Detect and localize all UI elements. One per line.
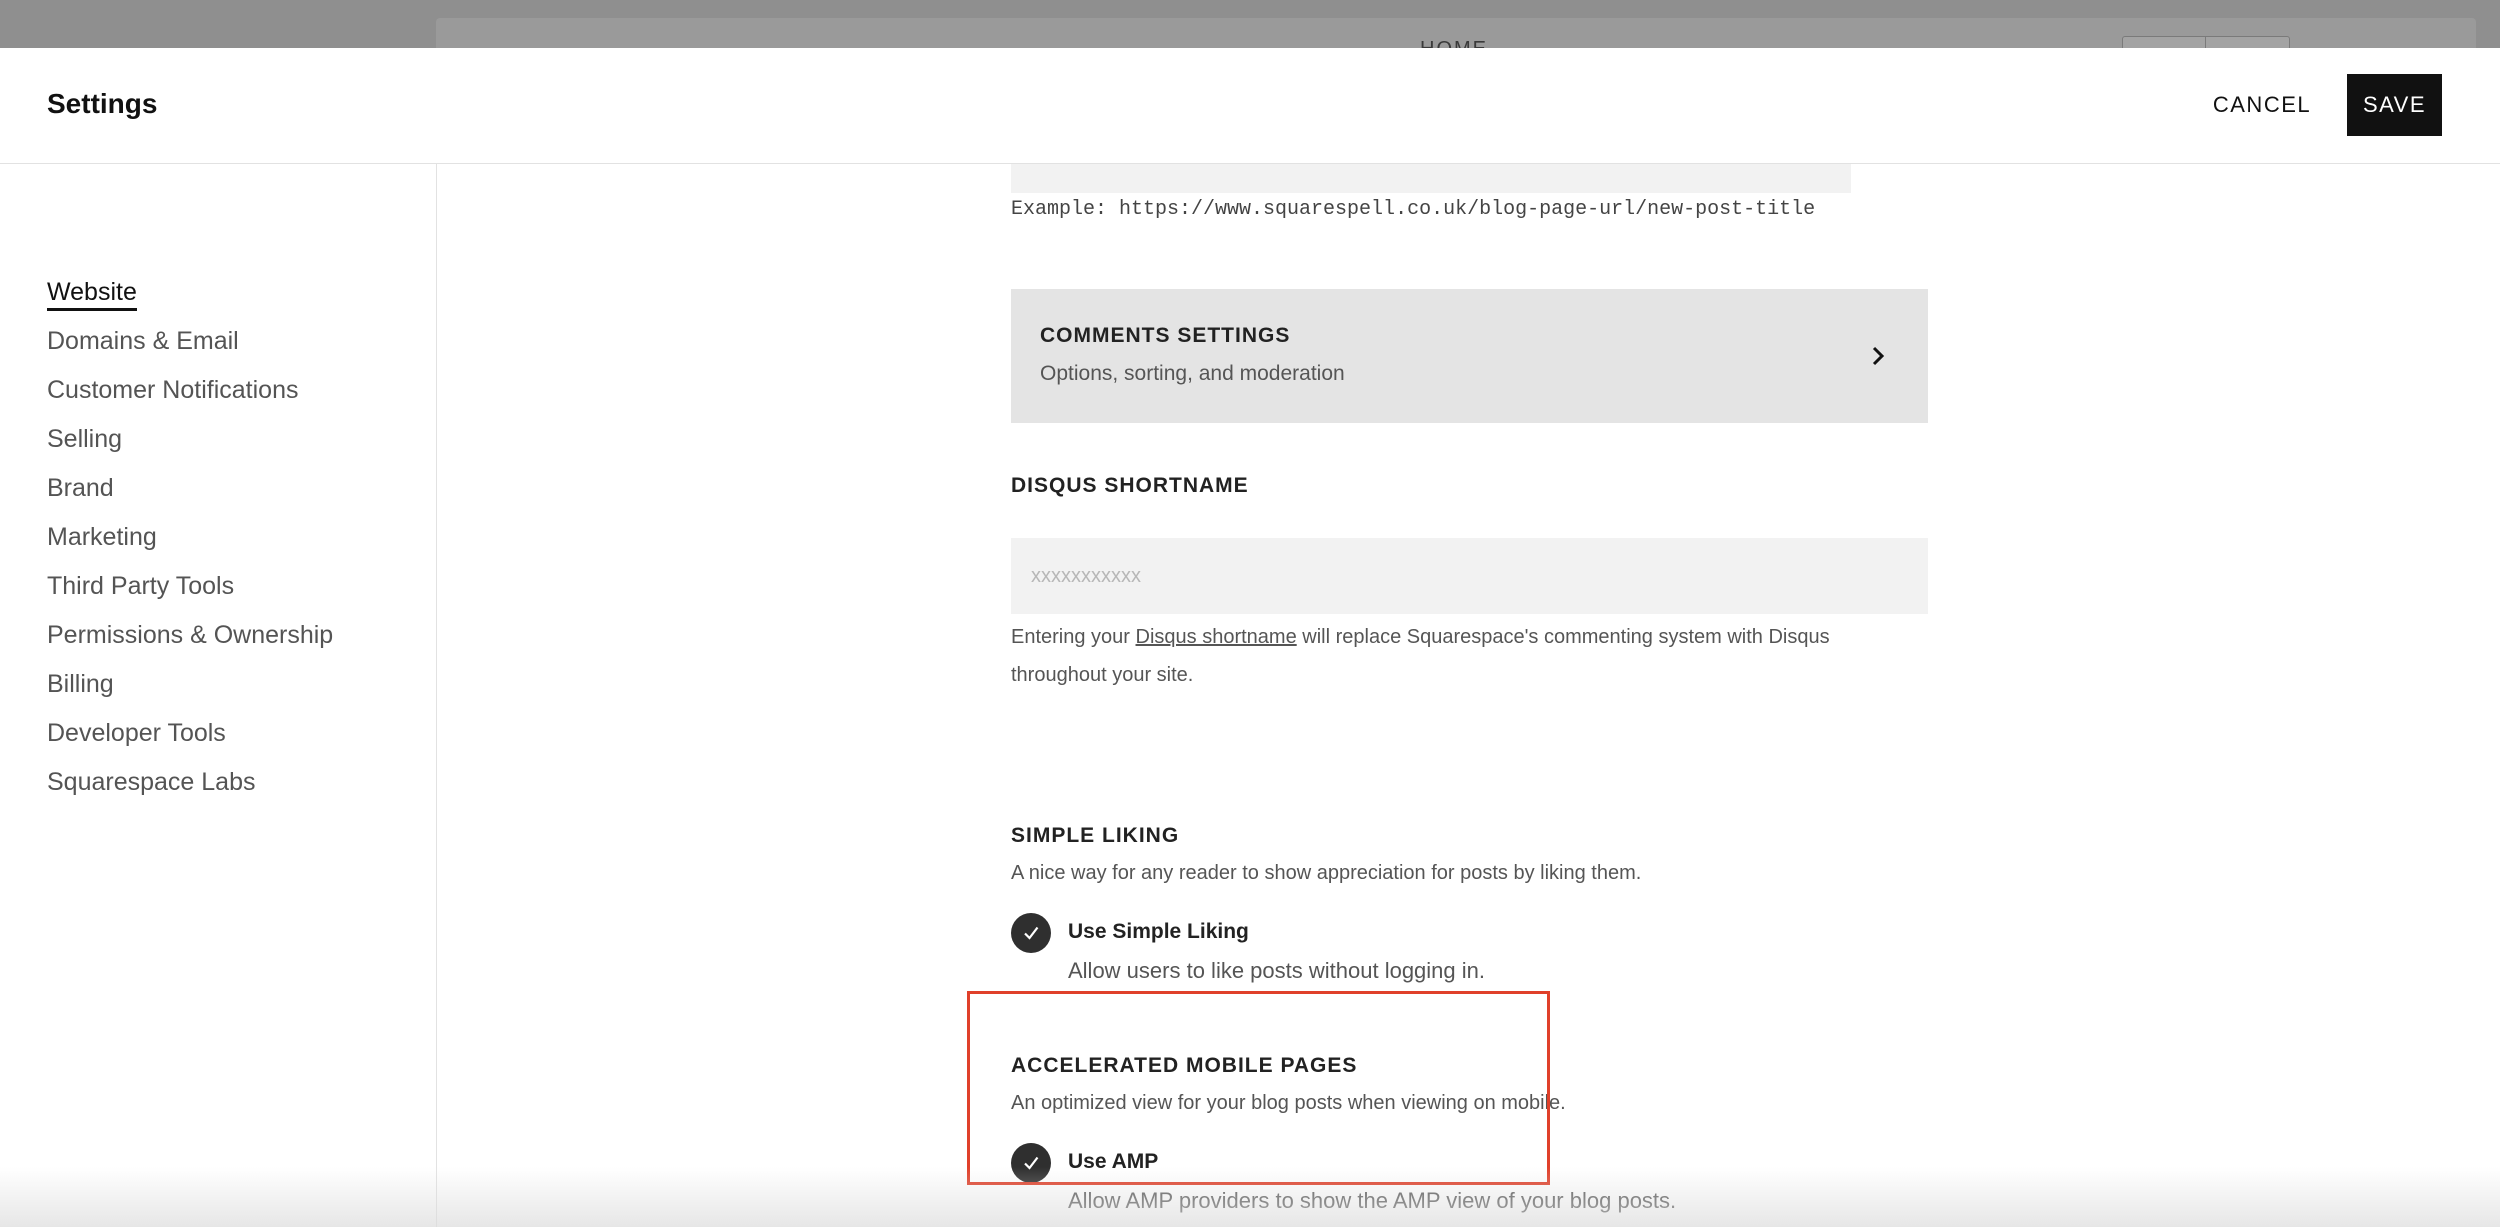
- sidebar-item-label: Marketing: [47, 523, 157, 551]
- settings-sidebar: Website Domains & Email Customer Notific…: [0, 164, 437, 1227]
- check-icon: [1024, 926, 1039, 940]
- disqus-shortname-input[interactable]: [1011, 538, 1928, 614]
- sidebar-item-billing[interactable]: Billing: [47, 670, 333, 719]
- sidebar-item-label: Developer Tools: [47, 719, 226, 747]
- comments-settings-title: COMMENTS SETTINGS: [1040, 324, 1291, 347]
- use-simple-liking-label: Use Simple Liking: [1068, 920, 1249, 943]
- disqus-help-text: Entering your Disqus shortname will repl…: [1011, 618, 1891, 694]
- sidebar-item-marketing[interactable]: Marketing: [47, 523, 333, 572]
- save-button[interactable]: SAVE: [2347, 74, 2442, 136]
- sidebar-item-website[interactable]: Website: [47, 278, 333, 327]
- url-example-text: Example: https://www.squarespell.co.uk/b…: [1011, 198, 1816, 221]
- simple-liking-label: SIMPLE LIKING: [1011, 824, 1180, 847]
- comments-settings-subtitle: Options, sorting, and moderation: [1040, 362, 1345, 385]
- comments-settings-button[interactable]: COMMENTS SETTINGS Options, sorting, and …: [1011, 289, 1928, 423]
- sidebar-item-label: Billing: [47, 670, 114, 698]
- use-simple-liking-checkbox[interactable]: [1011, 913, 1051, 953]
- sidebar-item-label: Website: [47, 278, 137, 311]
- use-amp-description: Allow AMP providers to show the AMP view…: [1068, 1188, 1677, 1213]
- sidebar-item-label: Permissions & Ownership: [47, 621, 334, 649]
- settings-content: Example: https://www.squarespell.co.uk/b…: [437, 164, 2500, 1227]
- disqus-shortname-label: DISQUS SHORTNAME: [1011, 474, 1249, 497]
- amp-label: ACCELERATED MOBILE PAGES: [1011, 1054, 1358, 1077]
- sidebar-item-customer-notifications[interactable]: Customer Notifications: [47, 376, 333, 425]
- sidebar-item-label: Squarespace Labs: [47, 768, 256, 796]
- sidebar-nav: Website Domains & Email Customer Notific…: [47, 278, 333, 817]
- sidebar-item-label: Brand: [47, 474, 114, 502]
- sidebar-item-developer-tools[interactable]: Developer Tools: [47, 719, 333, 768]
- post-url-field[interactable]: [1011, 164, 1851, 193]
- chevron-right-icon: [1872, 346, 1885, 366]
- sidebar-item-label: Selling: [47, 425, 123, 453]
- simple-liking-description: A nice way for any reader to show apprec…: [1011, 862, 1642, 884]
- sidebar-item-brand[interactable]: Brand: [47, 474, 333, 523]
- check-icon: [1024, 1156, 1039, 1170]
- sidebar-item-domains-email[interactable]: Domains & Email: [47, 327, 333, 376]
- sidebar-item-selling[interactable]: Selling: [47, 425, 333, 474]
- sidebar-item-label: Domains & Email: [47, 327, 239, 355]
- sidebar-item-label: Third Party Tools: [47, 572, 235, 600]
- settings-modal: Settings CANCEL SAVE Website Domains & E…: [0, 48, 2500, 1227]
- disqus-help-prefix: Entering your: [1011, 626, 1136, 648]
- sidebar-item-label: Customer Notifications: [47, 376, 299, 404]
- sidebar-item-permissions-ownership[interactable]: Permissions & Ownership: [47, 621, 333, 670]
- settings-header: Settings CANCEL SAVE: [0, 48, 2500, 164]
- use-amp-checkbox[interactable]: [1011, 1143, 1051, 1183]
- amp-description: An optimized view for your blog posts wh…: [1011, 1092, 1566, 1114]
- sidebar-item-squarespace-labs[interactable]: Squarespace Labs: [47, 768, 333, 817]
- disqus-shortname-link[interactable]: Disqus shortname: [1136, 626, 1297, 648]
- use-simple-liking-description: Allow users to like posts without loggin…: [1068, 958, 1485, 983]
- cancel-button[interactable]: CANCEL: [2196, 74, 2328, 136]
- sidebar-item-third-party-tools[interactable]: Third Party Tools: [47, 572, 333, 621]
- use-amp-label: Use AMP: [1068, 1150, 1159, 1173]
- page-title: Settings: [47, 88, 158, 119]
